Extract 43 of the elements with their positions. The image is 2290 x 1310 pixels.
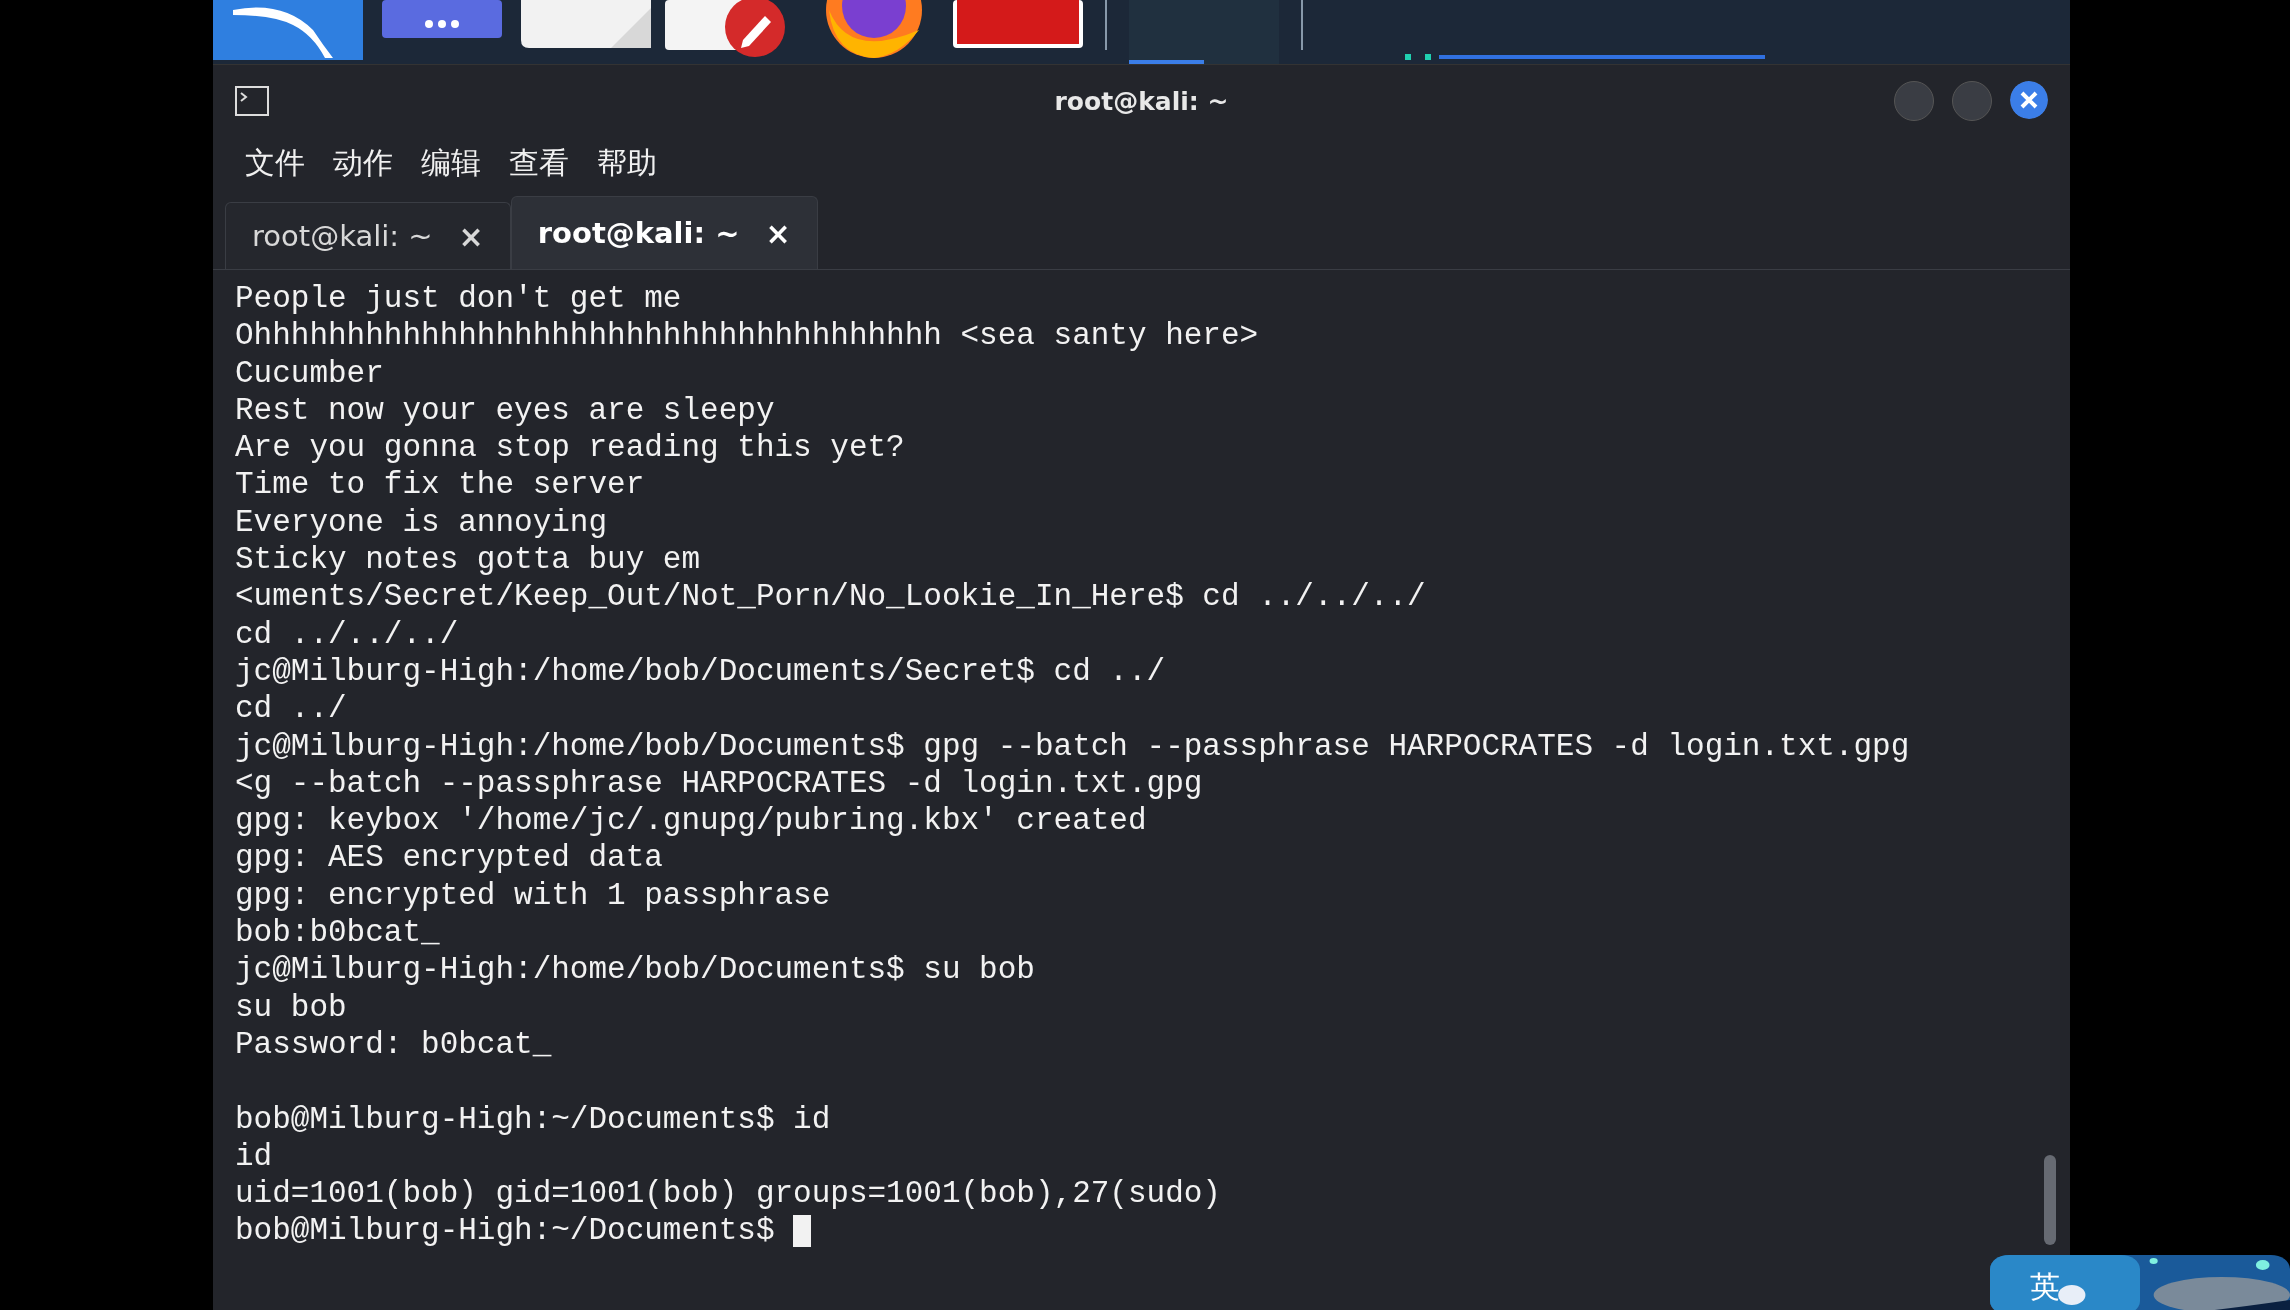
workspace-switcher[interactable] <box>1129 0 1279 64</box>
menu-item[interactable]: 动作 <box>333 142 393 184</box>
input-method-indicator[interactable]: 英 <box>2030 1267 2060 1308</box>
menu-item[interactable]: 编辑 <box>421 142 481 184</box>
menu-item[interactable]: 文件 <box>245 142 305 184</box>
terminal-line: Cucumber <box>235 354 385 392</box>
terminal-line: su bob <box>235 988 348 1026</box>
close-icon[interactable] <box>2010 81 2048 119</box>
terminal-line: Rest now your eyes are sleepy <box>235 391 776 430</box>
terminal-line: Are you gonna stop reading this yet? <box>235 429 906 467</box>
network-graph-icon <box>1405 54 1765 60</box>
terminal-line: cd ../../../ <box>235 615 460 653</box>
terminal-line: Everyone is annoying <box>235 503 609 542</box>
text-cursor <box>793 1215 812 1248</box>
terminal-line: jc@Milburg-High:/home/bob/Documents$ su bob <box>235 951 1036 989</box>
terminal-icon <box>235 86 269 116</box>
dragon-logo-icon[interactable] <box>213 0 363 60</box>
menu-item[interactable]: 帮助 <box>597 142 657 184</box>
terminal-line: Sticky notes gotta buy em <box>235 541 702 579</box>
terminal-line: Ohhhhhhhhhhhhhhhhhhhhhhhhhhhhhhhhhhhhh <sea santy here> <box>235 317 1260 355</box>
terminal-prompt: bob@Milburg-High:~/Documents$ <box>235 1212 776 1250</box>
window-title: root@kali: ~ <box>1054 86 1229 116</box>
menu-item[interactable]: 查看 <box>509 142 569 184</box>
terminal-tab[interactable]: root@kali: ~ × <box>225 202 511 269</box>
terminal-line: bob@Milburg-High:~/Documents$ id <box>235 1100 832 1138</box>
terminal-line: Time to fix the server <box>235 466 646 504</box>
terminal-line: jc@Milburg-High:/home/bob/Documents/Secret$ cd ../ <box>235 652 1167 691</box>
terminal-line: gpg: AES encrypted data <box>235 839 664 877</box>
terminal-line: gpg: keybox '/home/jc/.gnupg/pubring.kbx' created <box>235 802 1148 840</box>
terminal-line: <uments/Secret/Keep_Out/Not_Porn/No_Lookie_In_Here$ cd ../../../ <box>235 578 1427 616</box>
tab-close-button[interactable]: × <box>458 218 484 254</box>
terminal-line: uid=1001(bob) gid=1001(bob) groups=1001(bob),27(sudo) <box>235 1175 1222 1213</box>
terminal-line: jc@Milburg-High:/home/bob/Documents$ gpg --batch --passphrase HARPOCRATES -d login.txt.gpg <box>235 727 1911 765</box>
terminal-tab[interactable]: root@kali: ~ × <box>510 196 818 269</box>
terminal-line: People just don't get me <box>235 280 683 318</box>
terminal-line: bob:b0bcat_ <box>235 914 441 952</box>
terminal-line: Password: b0bcat_ <box>235 1025 553 1064</box>
scrollbar[interactable] <box>2044 1155 2056 1245</box>
tab-close-button[interactable]: × <box>765 215 791 251</box>
terminal-line: gpg: encrypted with 1 passphrase <box>235 876 832 915</box>
terminal-line: id <box>235 1137 274 1176</box>
terminal-line: cd ../ <box>235 690 348 728</box>
terminal-line: <g --batch --passphrase HARPOCRATES -d login.txt.gpg <box>235 764 1204 803</box>
